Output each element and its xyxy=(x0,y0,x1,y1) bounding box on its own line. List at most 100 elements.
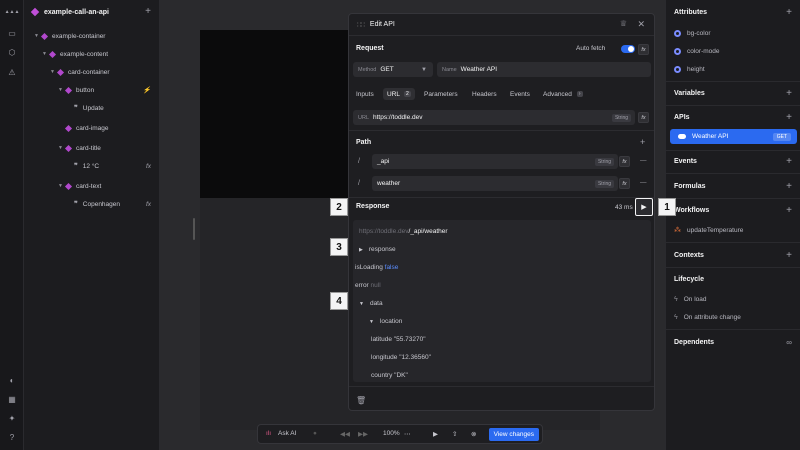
formula-icon[interactable]: fx xyxy=(146,163,151,170)
apis-header[interactable]: APIs + xyxy=(674,111,792,123)
add-workflow-icon[interactable]: + xyxy=(786,205,792,216)
warning-icon[interactable]: ⚠ xyxy=(6,66,18,78)
lifecycle-on-load[interactable]: ϟ On load xyxy=(674,293,792,305)
contexts-header[interactable]: Contexts + xyxy=(674,249,792,261)
longitude-row: longitude "12.36560" xyxy=(371,354,431,361)
request-label: Request xyxy=(356,45,384,52)
tree-node[interactable]: ▼ card-text xyxy=(58,180,101,192)
path-slash: / xyxy=(358,180,360,187)
package-icon[interactable]: ⬡ xyxy=(6,46,18,58)
formula-icon[interactable]: fx xyxy=(638,112,649,123)
lightbulb-icon[interactable]: ✦ xyxy=(6,412,18,424)
publish-icon[interactable]: ⇧ xyxy=(452,430,457,438)
formula-icon[interactable]: fx xyxy=(619,156,630,167)
grid-icon[interactable]: ▦ xyxy=(6,393,18,405)
preview-play-icon[interactable]: ▶ xyxy=(433,430,438,438)
api-item-weather[interactable]: Weather API GET xyxy=(670,129,797,144)
response-viewer: https://toddle.dev/_api/weather ▶ respons… xyxy=(353,220,651,382)
add-variable-icon[interactable]: + xyxy=(786,88,792,99)
method-select[interactable]: Method GET ▼ xyxy=(353,62,433,77)
palette-icon[interactable]: ◐ xyxy=(6,374,18,386)
url-field[interactable]: URL https://toddle.dev String xyxy=(353,110,635,125)
tab-inputs[interactable]: Inputs xyxy=(356,88,374,100)
link-icon[interactable]: ∞ xyxy=(786,338,792,347)
formula-icon[interactable]: fx xyxy=(638,44,649,55)
logo-icon[interactable]: ▲▲▲ xyxy=(5,6,20,18)
drag-handle-icon[interactable]: ∷∷ xyxy=(357,21,365,29)
response-time: 43 ms xyxy=(615,204,633,211)
response-node[interactable]: ▶ response xyxy=(359,246,396,253)
ask-ai-button[interactable]: Ask AI xyxy=(278,430,296,437)
trash-icon[interactable]: 🗑 xyxy=(356,396,366,405)
add-element-icon[interactable]: + xyxy=(145,6,151,17)
tab-events[interactable]: Events xyxy=(510,88,530,100)
divider xyxy=(666,81,800,82)
tab-url[interactable]: URL 2 xyxy=(383,88,415,100)
lifecycle-on-attribute-change[interactable]: ϟ On attribute change xyxy=(674,311,792,323)
attribute-item[interactable]: height xyxy=(674,63,792,75)
dependents-header[interactable]: Dependents ∞ xyxy=(674,336,792,348)
add-event-icon[interactable]: + xyxy=(786,156,792,167)
resize-handle[interactable] xyxy=(193,218,195,240)
divider xyxy=(666,105,800,106)
location-node[interactable]: ▼ location xyxy=(369,318,402,325)
tree-node[interactable]: ▼ card-title xyxy=(58,142,101,154)
play-button[interactable]: ▶ xyxy=(635,198,653,216)
chevron-down-icon[interactable]: ▼ xyxy=(359,301,364,307)
add-api-icon[interactable]: + xyxy=(786,112,792,123)
data-node[interactable]: ▼ data xyxy=(359,300,383,307)
tree-node[interactable]: card-image xyxy=(58,122,109,134)
tree-node[interactable]: ❞ Update xyxy=(74,102,104,114)
add-path-icon[interactable]: + xyxy=(640,137,645,147)
event-bolt-icon[interactable]: ⚡ xyxy=(143,86,151,94)
folder-icon[interactable]: ▭ xyxy=(6,27,18,39)
formula-icon[interactable]: fx xyxy=(619,178,630,189)
settings-icon[interactable]: ⊗ xyxy=(471,430,476,438)
tree-node[interactable]: ▼ example-content xyxy=(42,48,108,60)
workflow-item[interactable]: ⁂ updateTemperature xyxy=(674,224,792,236)
record-icon[interactable]: ● xyxy=(313,430,317,437)
text-quote-icon: ❞ xyxy=(74,201,78,208)
element-icon xyxy=(64,144,73,152)
tree-node[interactable]: ▼ button ⚡ xyxy=(58,84,159,96)
add-formula-icon[interactable]: + xyxy=(786,181,792,192)
redo-icon[interactable]: ▶▶ xyxy=(358,430,368,438)
path-field[interactable]: _api String xyxy=(372,154,618,169)
tree-node[interactable]: ❞ 12 °C fx xyxy=(74,160,159,172)
workflows-header[interactable]: Workflows + xyxy=(674,204,792,216)
lightbulb-icon[interactable]: ♕ xyxy=(620,19,627,28)
component-header[interactable]: example-call-an-api + xyxy=(24,0,159,24)
chevron-right-icon[interactable]: ▶ xyxy=(359,247,363,253)
api-name-field[interactable]: Name Weather API xyxy=(437,62,651,77)
component-icon xyxy=(30,7,40,17)
method-badge: GET xyxy=(772,132,791,141)
tree-node[interactable]: ▼ card-container xyxy=(50,66,110,78)
attribute-item[interactable]: color-mode xyxy=(674,45,792,57)
card-image-preview xyxy=(200,30,350,198)
remove-path-icon[interactable]: — xyxy=(640,157,647,164)
close-icon[interactable]: ✕ xyxy=(637,19,645,30)
fit-icon[interactable]: ⋯ xyxy=(404,430,411,438)
add-attribute-icon[interactable]: + xyxy=(786,7,792,18)
response-label: Response xyxy=(356,203,390,210)
tree-node[interactable]: ▼ example-container xyxy=(34,30,105,42)
tab-parameters[interactable]: Parameters xyxy=(424,88,458,100)
zoom-level[interactable]: 100% xyxy=(383,430,400,437)
path-field[interactable]: weather String xyxy=(372,176,618,191)
tree-node[interactable]: ❞ Copenhagen fx xyxy=(74,198,159,210)
remove-path-icon[interactable]: — xyxy=(640,179,647,186)
tab-advanced[interactable]: Advanced › xyxy=(543,88,583,100)
formula-icon[interactable]: fx xyxy=(146,201,151,208)
events-header[interactable]: Events + xyxy=(674,155,792,167)
add-context-icon[interactable]: + xyxy=(786,250,792,261)
help-icon[interactable]: ? xyxy=(6,431,18,443)
variables-header[interactable]: Variables + xyxy=(674,87,792,99)
tab-headers[interactable]: Headers xyxy=(472,88,497,100)
element-icon xyxy=(40,32,49,40)
formulas-header[interactable]: Formulas + xyxy=(674,180,792,192)
auto-fetch-toggle[interactable] xyxy=(621,45,635,53)
undo-icon[interactable]: ◀◀ xyxy=(340,430,350,438)
attribute-item[interactable]: bg-color xyxy=(674,27,792,39)
chevron-down-icon[interactable]: ▼ xyxy=(369,319,374,325)
view-changes-button[interactable]: View changes xyxy=(488,428,539,441)
